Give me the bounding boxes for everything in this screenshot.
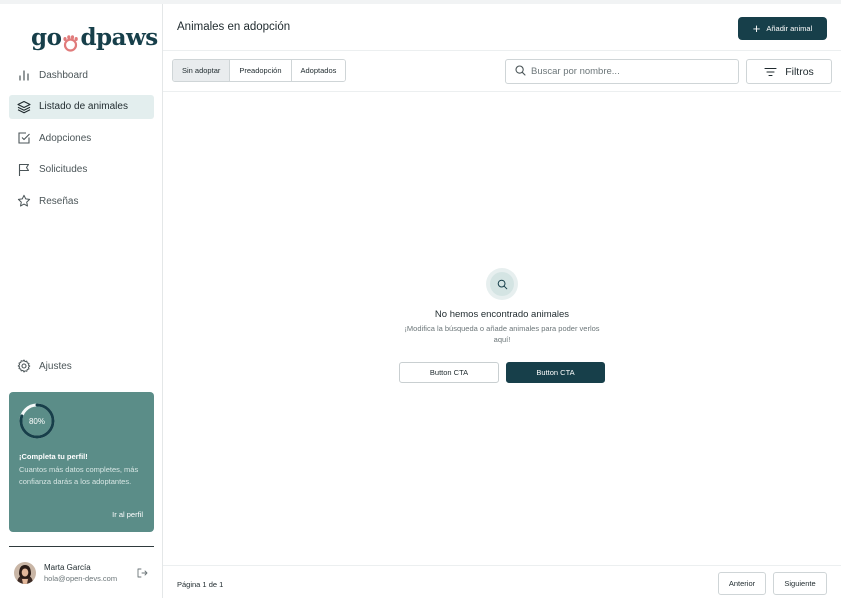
logout-icon[interactable] <box>136 566 148 578</box>
previous-page-button[interactable]: Anterior <box>718 572 766 595</box>
sidebar-item-ajustes[interactable]: Ajustes <box>9 354 154 378</box>
user-name: Marta García <box>44 563 91 572</box>
empty-search-icon <box>486 268 518 300</box>
user-info: Marta García hola@open-devs.com <box>44 563 117 583</box>
bar-chart-icon <box>17 68 31 82</box>
user-profile: Marta García hola@open-devs.com <box>14 560 154 586</box>
search-icon <box>515 63 526 81</box>
status-tabs: Sin adoptar Preadopción Adoptados <box>172 59 347 82</box>
filter-icon <box>764 67 777 77</box>
sidebar-item-listado-de-animales[interactable]: Listado de animales <box>9 94 154 119</box>
next-page-button[interactable]: Siguiente <box>773 572 827 595</box>
page-header: Animales en adopción + Añadir animal <box>163 4 841 51</box>
user-email: hola@open-devs.com <box>44 574 118 583</box>
profile-card-body: Cuantos más datos completes, más confian… <box>19 465 139 486</box>
layers-icon <box>17 100 31 114</box>
sidebar-item-adopciones[interactable]: Adopciones <box>9 126 154 150</box>
pagination-footer: Página 1 de 1 Anterior Siguiente <box>163 565 841 598</box>
star-icon <box>17 194 31 208</box>
sidebar-item-label: Listado de animales <box>39 101 128 112</box>
tab-preadopcion[interactable]: Preadopción <box>230 60 292 81</box>
sidebar-nav: Dashboard Listado de animales Adopciones… <box>9 63 154 221</box>
progress-percent: 80% <box>28 416 45 426</box>
sidebar-item-label: Solicitudes <box>39 164 88 175</box>
main-content: Animales en adopción + Añadir animal Sin… <box>163 4 841 598</box>
tab-adoptados[interactable]: Adoptados <box>291 60 346 81</box>
filters-label: Filtros <box>785 65 814 78</box>
empty-state-subtitle: ¡Modifica la búsqueda o añade animales p… <box>404 324 600 344</box>
app-shell: go dpaws Dashboard Listado de animales A… <box>0 4 841 598</box>
sidebar: go dpaws Dashboard Listado de animales A… <box>0 4 163 598</box>
settings-section: Ajustes <box>9 354 154 386</box>
profile-card-title: ¡Completa tu perfil! <box>19 452 88 461</box>
checkbox-icon <box>17 131 31 145</box>
sidebar-item-dashboard[interactable]: Dashboard <box>9 63 154 87</box>
filters-button[interactable]: Filtros <box>746 59 832 84</box>
empty-state-title: No hemos encontrado animales <box>434 309 570 320</box>
avatar[interactable] <box>14 562 36 584</box>
brand-logo[interactable]: go dpaws <box>31 24 158 52</box>
toolbar: Sin adoptar Preadopción Adoptados Filtro… <box>163 51 841 92</box>
sidebar-item-label: Ajustes <box>39 360 72 372</box>
tab-sin-adoptar[interactable]: Sin adoptar <box>173 60 231 81</box>
sidebar-item-resenas[interactable]: Reseñas <box>9 189 154 213</box>
gear-icon <box>17 359 31 373</box>
search-box <box>505 59 739 84</box>
page-title: Animales en adopción <box>177 21 291 33</box>
sidebar-item-label: Reseñas <box>39 195 79 207</box>
search-input[interactable] <box>531 66 721 77</box>
flag-icon <box>17 163 31 177</box>
secondary-cta-button[interactable]: Button CTA <box>399 362 499 383</box>
page-info: Página 1 de 1 <box>177 580 224 589</box>
plus-icon: + <box>752 21 761 36</box>
primary-cta-button[interactable]: Button CTA <box>506 362 605 383</box>
paw-icon <box>62 31 79 52</box>
go-to-profile-link[interactable]: Ir al perfil <box>112 510 143 519</box>
sidebar-item-label: Dashboard <box>39 69 88 81</box>
sidebar-item-solicitudes[interactable]: Solicitudes <box>9 158 154 182</box>
logo-text-right: dpaws <box>80 24 158 51</box>
sidebar-item-label: Adopciones <box>39 132 92 144</box>
logo-text-left: go <box>31 24 62 51</box>
add-animal-button[interactable]: + Añadir animal <box>738 17 827 40</box>
add-animal-label: Añadir animal <box>766 24 813 33</box>
profile-completion-card: 80% ¡Completa tu perfil! Cuantos más dat… <box>9 392 154 532</box>
divider <box>9 546 154 547</box>
